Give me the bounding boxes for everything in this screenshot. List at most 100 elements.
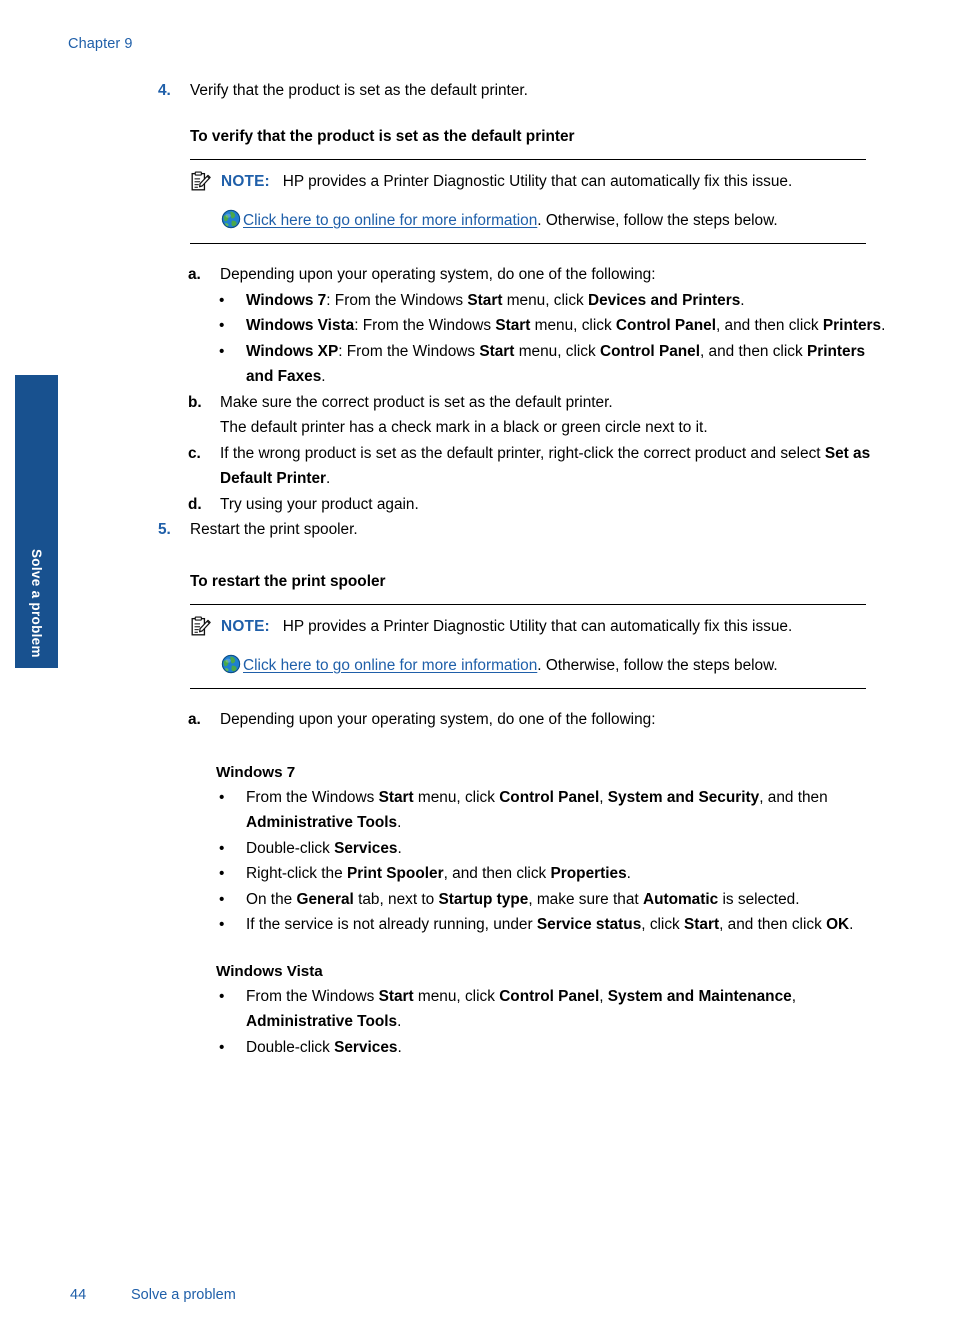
ui-term-automatic: Automatic — [642, 890, 719, 908]
note-link-tail: . Otherwise, follow the steps below. — [537, 212, 778, 229]
online-info-link[interactable]: Click here to go online for more informa… — [243, 657, 537, 674]
substep-5a: a. Depending upon your operating system,… — [0, 707, 954, 733]
bullet-text: . — [397, 814, 402, 831]
bullet-vista-double-click-services: • Double-click Services. — [0, 1035, 954, 1061]
bullet-vista-control-panel: • From the Windows Start menu, click Con… — [0, 984, 954, 1035]
substep-4c-tail: . — [326, 470, 331, 487]
online-info-link[interactable]: Click here to go online for more informa… — [243, 212, 537, 229]
ui-term-print-spooler: Print Spooler — [346, 865, 444, 882]
step-5-text: Restart the print spooler. — [190, 521, 358, 538]
substep-4d: d. Try using your product again. — [0, 492, 954, 518]
ui-term-control-panel: Control Panel — [615, 317, 716, 334]
note-body-text: HP provides a Printer Diagnostic Utility… — [282, 173, 793, 190]
ui-term-administrative-tools: Administrative Tools — [246, 1013, 398, 1030]
bullet-text: From the Windows — [246, 987, 379, 1005]
step-4-marker: 4. — [158, 82, 171, 99]
globe-icon — [221, 654, 241, 674]
ui-term-ok: OK — [826, 916, 850, 933]
bullet-text: : From the Windows — [338, 342, 480, 360]
note-body-row: NOTE: HP provides a Printer Diagnostic U… — [190, 169, 866, 194]
ui-term-devices-and-printers: Devices and Printers — [587, 291, 741, 309]
ui-term-general: General — [296, 890, 354, 908]
bullet-text: : From the Windows — [354, 317, 496, 334]
note-clipboard-icon — [190, 171, 211, 192]
bullet-text: , click — [641, 916, 685, 933]
bullet-win7-print-spooler-properties: • Right-click the Print Spooler, and the… — [0, 861, 954, 887]
ui-term-startup-type: Startup type — [438, 890, 529, 908]
note-link-row: Click here to go online for more informa… — [190, 208, 866, 233]
ui-term-control-panel: Control Panel — [499, 987, 600, 1005]
ui-term-system-and-maintenance: System and Maintenance — [607, 987, 792, 1005]
bullet-text: , and then — [759, 788, 828, 806]
footer-page-number: 44 — [70, 1287, 87, 1303]
procedure-heading-restart-print-spooler: To restart the print spooler — [190, 573, 386, 590]
bullet-text: menu, click — [413, 788, 500, 806]
bullet-dot-icon: • — [219, 1038, 225, 1056]
bullet-text: , and then click — [443, 865, 551, 882]
substep-4b-text: Make sure the correct product is set as … — [220, 393, 613, 411]
substep-4b-marker: b. — [188, 393, 202, 411]
bullet-dot-icon: • — [219, 839, 225, 857]
substep-4d-marker: d. — [188, 495, 202, 513]
step-5: 5. Restart the print spooler. — [0, 517, 954, 542]
step-4: 4. Verify that the product is set as the… — [0, 78, 954, 103]
bullet-text: . — [397, 1038, 402, 1056]
ui-term-control-panel: Control Panel — [499, 788, 600, 806]
bullet-text: , and then click — [715, 317, 823, 334]
substep-4b: b. Make sure the correct product is set … — [0, 390, 954, 441]
bullet-win7-service-status-start: • If the service is not already running,… — [0, 912, 954, 938]
ui-term-start: Start — [467, 291, 503, 309]
chapter-running-head: Chapter 9 — [68, 36, 133, 52]
ui-term-start: Start — [684, 916, 720, 933]
footer-section-title: Solve a problem — [131, 1287, 236, 1303]
ui-term-start: Start — [378, 788, 414, 806]
ui-term-services: Services — [334, 839, 398, 857]
bullet-dot-icon: • — [219, 987, 225, 1005]
note-block-verify-default-printer: NOTE: HP provides a Printer Diagnostic U… — [190, 159, 866, 244]
bullet-win7-startup-type: • On the General tab, next to Startup ty… — [0, 887, 954, 913]
bullet-win7-control-panel: • From the Windows Start menu, click Con… — [0, 785, 954, 836]
substep-4a-text: Depending upon your operating system, do… — [220, 266, 656, 283]
bullet-text: menu, click — [413, 987, 500, 1005]
ui-term-printers: Printers — [822, 317, 882, 334]
bullet-dot-icon: • — [219, 317, 225, 334]
bullet-text: On the — [246, 890, 297, 908]
bullet-text: , make sure that — [528, 890, 643, 908]
os-name-windows-7: Windows 7 — [246, 291, 327, 309]
os-name-windows-vista: Windows Vista — [246, 317, 355, 334]
bullet-dot-icon: • — [219, 916, 225, 933]
ui-term-properties: Properties — [550, 865, 627, 882]
bullet-text: , — [599, 987, 608, 1005]
bullet-dot-icon: • — [219, 788, 225, 806]
substep-4a-marker: a. — [188, 266, 201, 283]
bullet-text: . — [321, 368, 326, 385]
ui-term-administrative-tools: Administrative Tools — [246, 814, 398, 831]
bullet-text: is selected. — [718, 890, 800, 908]
substep-4b-continuation: The default printer has a check mark in … — [220, 419, 708, 436]
bullet-dot-icon: • — [219, 342, 225, 360]
note-link-row: Click here to go online for more informa… — [190, 653, 866, 678]
substep-4c-text: If the wrong product is set as the defau… — [220, 444, 825, 462]
bullet-text: tab, next to — [353, 890, 439, 908]
ui-term-services: Services — [334, 1038, 398, 1056]
bullet-windows-xp-default-printer: • Windows XP: From the Windows Start men… — [0, 339, 954, 390]
ui-term-start: Start — [479, 342, 515, 360]
bullet-text: , and then click — [719, 916, 827, 933]
bullet-text: . — [740, 291, 745, 309]
substep-5a-text: Depending upon your operating system, do… — [220, 711, 656, 728]
bullet-text: . — [849, 916, 854, 933]
bullet-dot-icon: • — [219, 890, 225, 908]
bullet-windows-vista-default-printer: • Windows Vista: From the Windows Start … — [0, 313, 954, 339]
substep-4d-text: Try using your product again. — [220, 495, 419, 513]
bullet-text: From the Windows — [246, 788, 379, 806]
bullet-text: . — [881, 317, 886, 334]
bullet-text: Double-click — [246, 1038, 335, 1056]
page-content: 4. Verify that the product is set as the… — [0, 78, 954, 1060]
ui-term-service-status: Service status — [536, 916, 642, 933]
bullet-text: menu, click — [530, 317, 616, 334]
bullet-dot-icon: • — [219, 865, 225, 882]
bullet-text: Double-click — [246, 839, 335, 857]
substep-4a: a. Depending upon your operating system,… — [0, 262, 954, 288]
ui-term-control-panel: Control Panel — [599, 342, 700, 360]
bullet-text: . — [397, 1013, 402, 1030]
